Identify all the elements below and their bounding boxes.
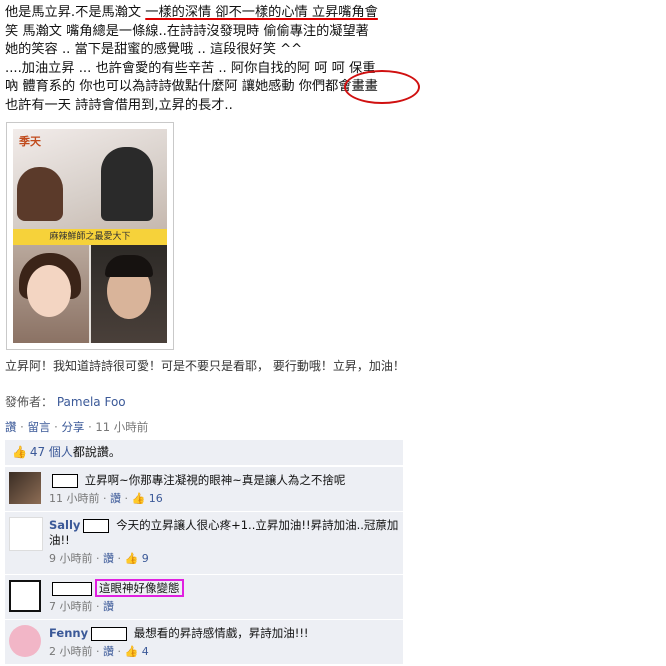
comment-meta: 7 小時前 · 讚 bbox=[49, 600, 114, 613]
separator: · bbox=[54, 420, 58, 434]
comment-time: 2 小時前 bbox=[49, 645, 93, 658]
comment-item: Sally 今天的立昇讓人很心疼+1..立昇加油!!昇詩加油..冠蒝加油!! 9… bbox=[5, 511, 403, 574]
comment-body: 這眼神好像變態 7 小時前 · 讚 bbox=[49, 579, 399, 614]
thumbs-up-icon: 👍 bbox=[124, 645, 139, 658]
photo-caption: 立昇阿！我知道詩詩很可愛！可是不要只是看耶， 要行動哦！立昇，加油！ bbox=[5, 359, 405, 373]
underlined-text: 一樣的深情 卻不一樣的心情 立昇嘴角會 bbox=[145, 5, 378, 20]
share-link[interactable]: 分享 bbox=[61, 420, 84, 434]
comment-like-link[interactable]: 讚 bbox=[103, 645, 114, 658]
comment-body: Sally 今天的立昇讓人很心疼+1..立昇加油!!昇詩加油..冠蒝加油!! 9… bbox=[49, 518, 399, 566]
tv-logo: 季天 bbox=[19, 135, 41, 148]
photo-bottom-right-tile bbox=[91, 245, 167, 343]
post-line-1a: 他是馬立昇.不是馬瀚文 bbox=[5, 5, 146, 20]
comment-meta: 9 小時前 · 讚 · 👍 9 bbox=[49, 552, 149, 565]
avatar[interactable] bbox=[9, 625, 41, 657]
photo-top-tile: 季天 麻辣鮮師之最愛大下 bbox=[13, 129, 167, 245]
comment-body: Fenny 最想看的昇詩感情戲，昇詩加油!!! 2 小時前 · 讚 · 👍 4 bbox=[49, 626, 399, 659]
comment-time: 11 小時前 bbox=[49, 492, 100, 505]
comment-like-link[interactable]: 讚 bbox=[103, 600, 114, 613]
comment-like-link[interactable]: 讚 bbox=[110, 492, 121, 505]
thumbs-up-icon: 👍 bbox=[131, 492, 146, 505]
likes-suffix: 都說讚。 bbox=[72, 445, 121, 459]
comment-time: 9 小時前 bbox=[49, 552, 93, 565]
comment-item: 這眼神好像變態 7 小時前 · 讚 bbox=[5, 574, 403, 619]
avatar[interactable] bbox=[9, 517, 43, 551]
hair-shape bbox=[105, 255, 153, 277]
comment-link[interactable]: 留言 bbox=[27, 420, 50, 434]
avatar[interactable] bbox=[9, 472, 41, 504]
comment-like-count[interactable]: 4 bbox=[142, 645, 149, 658]
redaction-box bbox=[52, 473, 78, 488]
commenter-name[interactable]: Sally bbox=[49, 518, 80, 532]
like-link[interactable]: 讚 bbox=[5, 420, 17, 434]
post-line-3: 她的笑容 .. 當下是甜蜜的感覺哦 .. 這段很好笑 ^^ bbox=[5, 42, 303, 58]
separator: · bbox=[20, 420, 24, 434]
comment-like-link[interactable]: 讚 bbox=[103, 552, 114, 565]
redaction-box bbox=[52, 581, 92, 596]
comment-meta: 11 小時前 · 讚 · 👍 16 bbox=[49, 492, 163, 505]
redaction-box bbox=[83, 518, 110, 533]
post-line-6: 也許有一天 詩詩會借用到,立昇的長才.. bbox=[5, 97, 233, 113]
poster-label: 發佈者： bbox=[5, 395, 54, 409]
thumbs-up-icon: 👍 bbox=[12, 445, 27, 459]
woman-figure bbox=[17, 167, 63, 221]
avatar[interactable] bbox=[9, 580, 41, 612]
post-line-1: 他是馬立昇.不是馬瀚文 一樣的深情 卻不一樣的心情 立昇嘴角會 bbox=[5, 4, 417, 23]
face-shape bbox=[27, 265, 71, 317]
commenter-name[interactable]: Fenny bbox=[49, 626, 88, 640]
comment-time: 7 小時前 bbox=[49, 600, 93, 613]
poster-name-link[interactable]: Pamela Foo bbox=[57, 395, 126, 409]
comment-item: Fenny 最想看的昇詩感情戲，昇詩加油!!! 2 小時前 · 讚 · 👍 4 bbox=[5, 619, 403, 664]
post-time: 11 小時前 bbox=[95, 420, 149, 434]
photo-banner: 麻辣鮮師之最愛大下 bbox=[13, 229, 167, 245]
comment-item: 立昇啊~你那專注凝視的眼神~真是讓人為之不捨呢 11 小時前 · 讚 · 👍 1… bbox=[5, 466, 403, 511]
likes-bar: 👍 47 個人都說讚。 bbox=[5, 440, 403, 465]
photo-bottom-left-tile bbox=[13, 245, 89, 343]
post-line-2: 笑 馬瀚文 嘴角總是一條線..在詩詩沒發現時 偷偷專注的凝望著 bbox=[5, 23, 369, 39]
post-actions: 讚 · 留言 · 分享 · 11 小時前 bbox=[5, 419, 148, 435]
poster-line: 發佈者： Pamela Foo bbox=[5, 393, 126, 410]
separator: · bbox=[88, 420, 92, 434]
redaction-box bbox=[91, 626, 128, 641]
highlighted-comment-text: 這眼神好像變態 bbox=[95, 579, 184, 597]
likes-count-link[interactable]: 47 個人 bbox=[30, 445, 73, 459]
post-photo[interactable]: 季天 麻辣鮮師之最愛大下 bbox=[6, 122, 174, 350]
comment-like-count[interactable]: 16 bbox=[149, 492, 163, 505]
man-figure bbox=[101, 147, 153, 221]
comment-meta: 2 小時前 · 讚 · 👍 4 bbox=[49, 645, 149, 658]
comment-like-count[interactable]: 9 bbox=[142, 552, 149, 565]
thumbs-up-icon: 👍 bbox=[124, 552, 139, 565]
red-circle-annotation bbox=[344, 70, 420, 104]
comment-text: 立昇啊~你那專注凝視的眼神~真是讓人為之不捨呢 bbox=[84, 473, 346, 487]
comment-body: 立昇啊~你那專注凝視的眼神~真是讓人為之不捨呢 11 小時前 · 讚 · 👍 1… bbox=[49, 473, 399, 506]
photo-collage: 季天 麻辣鮮師之最愛大下 bbox=[13, 129, 167, 343]
comment-text: 最想看的昇詩感情戲，昇詩加油!!! bbox=[133, 626, 309, 640]
